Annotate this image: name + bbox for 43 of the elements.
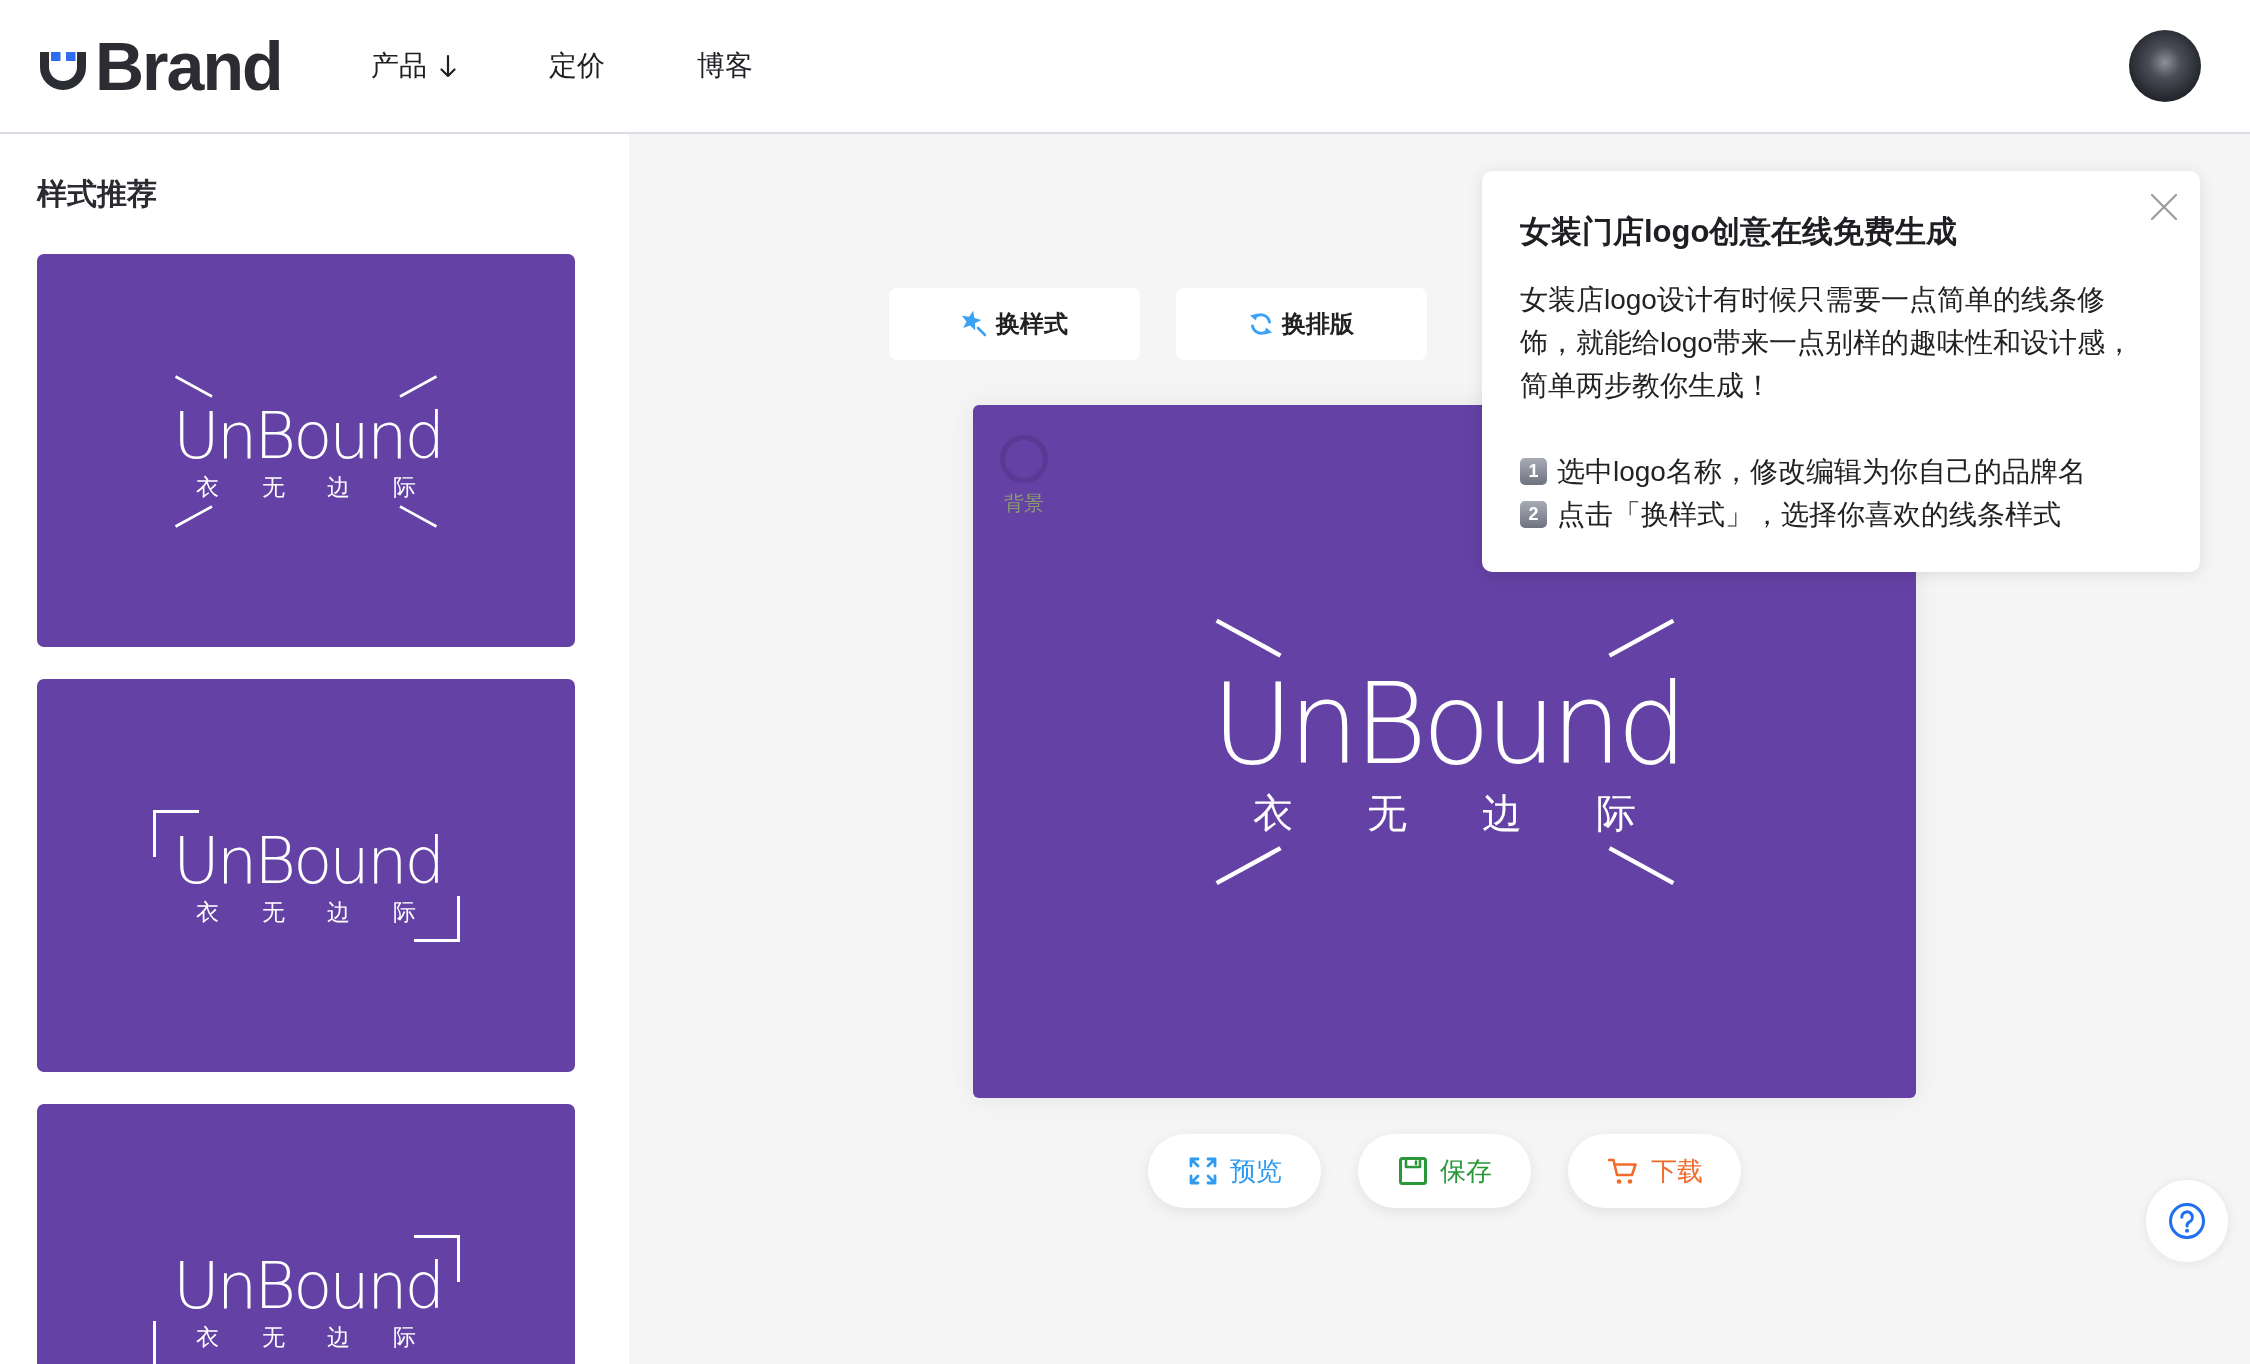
- decorative-line: [174, 505, 213, 528]
- brand-tagline: 衣 无 边 际: [196, 476, 416, 499]
- brand-tagline[interactable]: 衣 无 边 际: [1253, 794, 1636, 835]
- expand-icon: [1187, 1156, 1218, 1186]
- step-text: 选中logo名称，修改编辑为你自己的品牌名: [1557, 455, 2086, 489]
- brand-name-text: UnBound: [171, 1253, 443, 1318]
- decorative-line: [174, 375, 213, 398]
- decorative-line: [399, 505, 438, 528]
- popup-text: 女装店logo设计有时候只需要一点简单的线条修饰，就能给logo带来一点别样的趣味性和设计感，简单两步教你生成！: [1520, 283, 2134, 403]
- close-button[interactable]: [2150, 193, 2178, 221]
- save-button[interactable]: 保存: [1358, 1134, 1531, 1208]
- style-card[interactable]: UnBound 衣 无 边 际: [37, 254, 575, 647]
- nav-dropdown[interactable]: 产品: [371, 49, 458, 83]
- decorative-line: [1215, 618, 1282, 658]
- help-icon: [2168, 1202, 2206, 1240]
- refresh-icon: [1248, 311, 1274, 337]
- decorative-line: [1215, 845, 1282, 885]
- cart-icon: [1606, 1156, 1639, 1186]
- decorative-line: [399, 375, 438, 398]
- decorative-line: [1607, 618, 1674, 658]
- brand-tagline: 衣 无 边 际: [196, 1325, 416, 1349]
- nav-link[interactable]: 定价: [549, 49, 606, 83]
- sidebar-title: 样式推荐: [37, 176, 158, 212]
- style-card[interactable]: UnBound 衣 无 边 际: [37, 1104, 575, 1364]
- corner-bracket: [413, 896, 460, 942]
- step-text: 点击「换样式」，选择你喜欢的线条样式: [1557, 498, 2061, 532]
- nav-link[interactable]: 博客: [697, 49, 754, 83]
- brand-name-text: UnBound: [171, 828, 443, 893]
- popup-title: 女装门店logo创意在线免费生成: [1520, 213, 1959, 251]
- home-logo-link[interactable]: Brand: [40, 32, 282, 100]
- toolbar-button[interactable]: 换样式: [888, 288, 1140, 360]
- logo-mark-icon: [40, 52, 86, 90]
- brand-name-text: UnBound: [171, 404, 443, 468]
- magic-wand-icon: [960, 310, 988, 338]
- style-card[interactable]: UnBound 衣 无 边 际: [37, 679, 575, 1072]
- arrow-down-icon: [439, 53, 458, 79]
- brand-tagline: 衣 无 边 际: [196, 900, 416, 924]
- toolbar-button[interactable]: 换排版: [1175, 288, 1427, 360]
- step-number-keycap: 2: [1520, 501, 1547, 528]
- step-number-keycap: 1: [1520, 458, 1547, 485]
- close-icon: [2150, 193, 2178, 221]
- decorative-line: [1607, 845, 1674, 885]
- brand-name-text[interactable]: UnBound: [1206, 668, 1683, 781]
